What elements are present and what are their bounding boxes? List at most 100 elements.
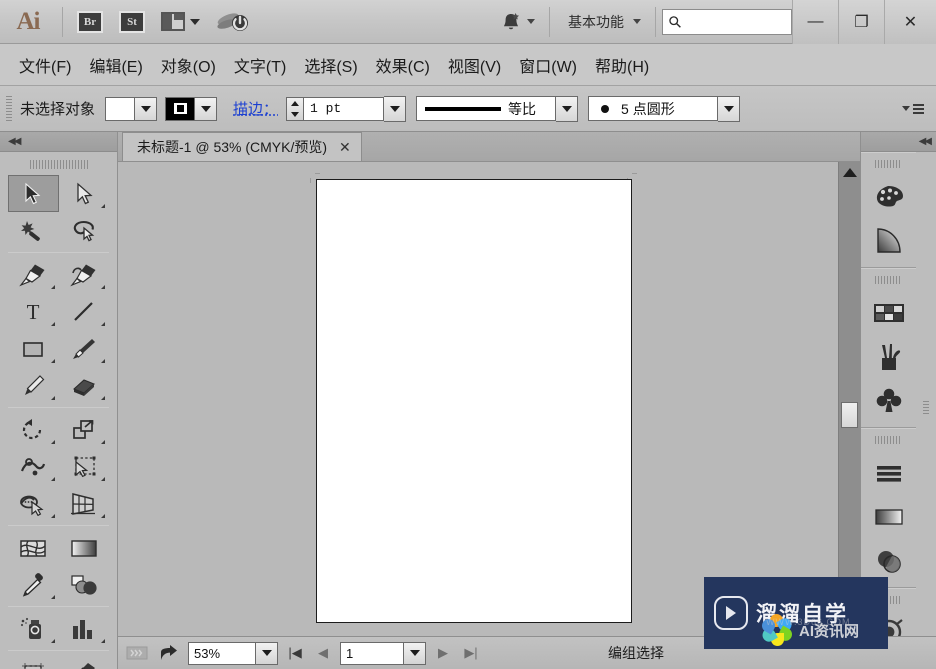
tool-flyout-indicator[interactable] — [101, 440, 105, 444]
close-button[interactable]: ✕ — [884, 0, 936, 44]
tool-flyout-indicator[interactable] — [101, 204, 105, 208]
last-artboard-button[interactable]: ▶| — [460, 645, 482, 661]
prev-artboard-button[interactable]: ◀ — [312, 645, 334, 661]
stroke-weight-dropdown-button[interactable] — [384, 95, 407, 122]
line-segment-tool[interactable] — [59, 293, 110, 330]
cc-sync-button[interactable] — [208, 0, 258, 44]
zoom-dropdown-button[interactable] — [255, 642, 277, 664]
tool-flyout-indicator[interactable] — [101, 285, 105, 289]
zoom-level-control[interactable]: 53% — [188, 641, 278, 665]
align-panel-button[interactable] — [861, 451, 916, 495]
pencil-tool[interactable] — [8, 367, 59, 404]
brushes-panel-button[interactable] — [861, 335, 916, 379]
fit-artboard-button[interactable] — [124, 641, 150, 665]
canvas-area[interactable] — [118, 162, 860, 636]
tool-flyout-indicator[interactable] — [101, 322, 105, 326]
menu-file[interactable]: 文件(F) — [10, 49, 80, 81]
direct-selection-tool[interactable] — [59, 175, 110, 212]
tool-flyout-indicator[interactable] — [101, 477, 105, 481]
gradient-panel-button[interactable] — [861, 219, 916, 263]
eyedropper-tool[interactable] — [8, 566, 59, 603]
stroke-color-control[interactable] — [165, 96, 218, 121]
tool-flyout-indicator[interactable] — [50, 322, 55, 326]
brush-definition-control[interactable]: 5 点圆形 — [588, 95, 741, 122]
shape-builder-tool[interactable] — [8, 485, 59, 522]
paintbrush-tool[interactable] — [59, 330, 110, 367]
tool-flyout-indicator[interactable] — [50, 440, 55, 444]
stroke-dropdown-button[interactable] — [195, 96, 218, 121]
maximize-button[interactable]: ❐ — [838, 0, 884, 44]
control-panel-menu-button[interactable] — [902, 103, 924, 114]
eraser-tool[interactable] — [59, 367, 110, 404]
tool-flyout-indicator[interactable] — [50, 639, 55, 643]
artboard-number-value[interactable]: 1 — [341, 646, 403, 661]
artboard-tool[interactable] — [8, 654, 59, 669]
perspective-grid-tool[interactable] — [59, 485, 110, 522]
menu-view[interactable]: 视图(V) — [439, 49, 510, 81]
menu-effect[interactable]: 效果(C) — [367, 49, 439, 81]
status-message[interactable]: 编组选择 — [608, 643, 664, 663]
search-field[interactable] — [662, 8, 792, 35]
artboard-dropdown-button[interactable] — [403, 642, 425, 664]
tool-flyout-indicator[interactable] — [101, 514, 105, 518]
column-graph-tool[interactable] — [59, 610, 110, 647]
close-icon[interactable]: ✕ — [339, 139, 351, 156]
tool-flyout-indicator[interactable] — [50, 285, 55, 289]
type-tool[interactable]: T — [8, 293, 59, 330]
share-button[interactable] — [156, 641, 182, 665]
minimize-button[interactable]: — — [792, 0, 838, 44]
dock-collapse-button[interactable]: ◀◀ — [861, 132, 936, 152]
menu-type[interactable]: 文字(T) — [225, 49, 295, 81]
artboard-number-control[interactable]: 1 — [340, 641, 426, 665]
gradient-tool[interactable] — [59, 529, 110, 566]
panel-group-grip[interactable] — [875, 432, 902, 448]
zoom-level-value[interactable]: 53% — [189, 646, 255, 661]
menu-select[interactable]: 选择(S) — [295, 49, 366, 81]
symbol-sprayer-tool[interactable] — [8, 610, 59, 647]
menu-object[interactable]: 对象(O) — [152, 49, 225, 81]
arrange-documents-button[interactable] — [153, 0, 208, 44]
brush-dropdown-button[interactable] — [718, 95, 741, 122]
scale-tool[interactable] — [59, 411, 110, 448]
panel-group-grip[interactable] — [875, 156, 902, 172]
stroke-weight-stepper[interactable] — [286, 96, 305, 121]
scroll-up-button[interactable] — [839, 162, 860, 182]
fill-dropdown-button[interactable] — [135, 96, 158, 121]
width-tool[interactable] — [8, 448, 59, 485]
menu-window[interactable]: 窗口(W) — [510, 49, 586, 81]
blend-tool[interactable] — [59, 566, 110, 603]
swatches-panel-button[interactable] — [861, 291, 916, 335]
stroke-profile-control[interactable]: 等比 — [416, 95, 579, 122]
tool-flyout-indicator[interactable] — [50, 359, 55, 363]
document-tab[interactable]: 未标题-1 @ 53% (CMYK/预览) ✕ — [122, 132, 362, 161]
first-artboard-button[interactable]: |◀ — [284, 645, 306, 661]
stroke-profile-dropdown-button[interactable] — [556, 95, 579, 122]
fill-swatch[interactable] — [105, 96, 136, 121]
notifications-button[interactable] — [492, 0, 543, 44]
artboard[interactable] — [316, 179, 632, 623]
tool-flyout-indicator[interactable] — [50, 477, 55, 481]
tool-flyout-indicator[interactable] — [50, 595, 55, 599]
add-anchor-point-tool[interactable] — [59, 256, 110, 293]
stepper-down-icon[interactable] — [291, 111, 300, 117]
fill-color-control[interactable] — [105, 96, 158, 121]
magic-wand-tool[interactable] — [8, 212, 59, 249]
search-input[interactable] — [682, 14, 791, 29]
slice-tool[interactable] — [59, 654, 110, 669]
free-transform-tool[interactable] — [59, 448, 110, 485]
color-panel-button[interactable] — [861, 175, 916, 219]
rotate-tool[interactable] — [8, 411, 59, 448]
stroke-link[interactable]: 描边： — [233, 98, 278, 119]
workspace-switcher[interactable]: 基本功能 — [556, 0, 649, 44]
scrollbar-thumb[interactable] — [841, 402, 858, 428]
stroke-weight-value[interactable]: 1 pt — [304, 96, 385, 121]
brush-combo[interactable]: 5 点圆形 — [588, 96, 719, 121]
tool-flyout-indicator[interactable] — [101, 639, 105, 643]
dock-rail-grip[interactable] — [923, 400, 929, 415]
bridge-button[interactable]: Br — [69, 0, 111, 44]
tools-panel-grip[interactable] — [28, 155, 89, 173]
control-bar-grip[interactable] — [6, 95, 12, 122]
stepper-up-icon[interactable] — [291, 100, 300, 106]
stroke-weight-control[interactable]: 1 pt — [286, 95, 407, 122]
stroke-profile-combo[interactable]: 等比 — [416, 96, 557, 121]
